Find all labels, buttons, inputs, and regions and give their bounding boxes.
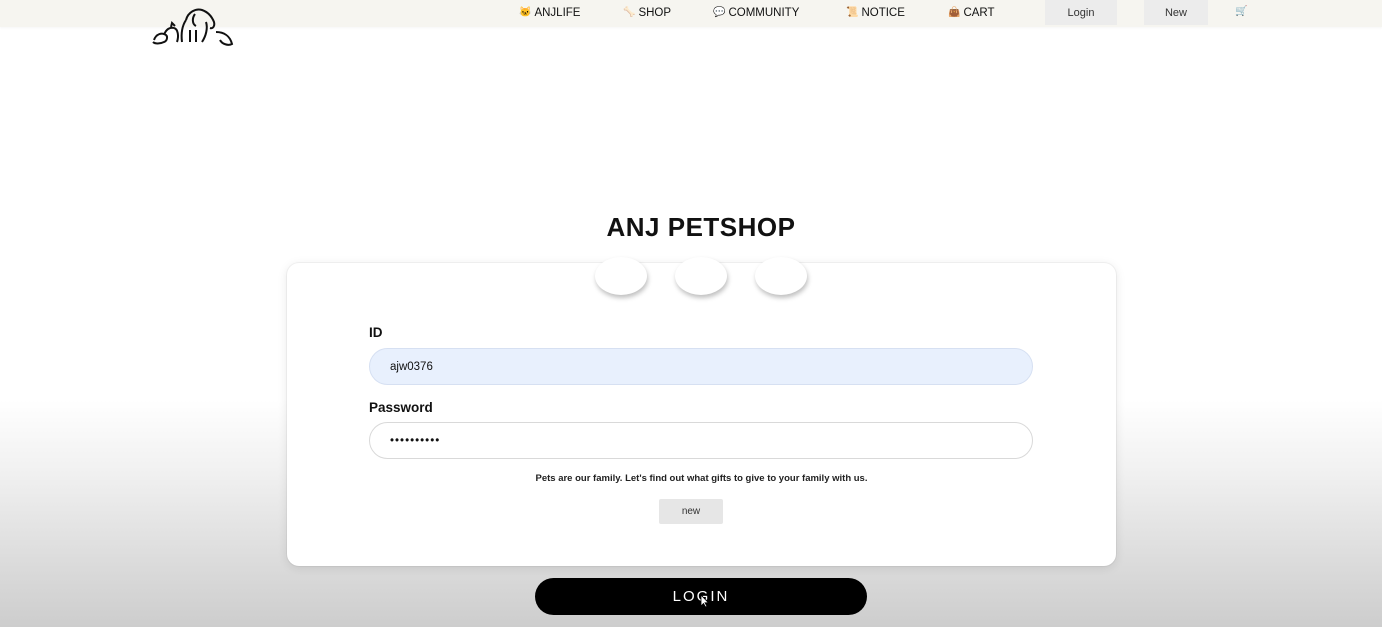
pet-logo-icon[interactable] xyxy=(150,4,242,50)
bag-icon: 👜 xyxy=(948,7,961,18)
id-input[interactable] xyxy=(369,348,1033,385)
social-login-circle-3[interactable] xyxy=(755,257,807,295)
nav-item-notice[interactable]: 📜 NOTICE xyxy=(846,6,905,20)
bone-icon: 🦴 xyxy=(623,7,636,18)
nav-label: CART xyxy=(963,7,995,19)
new-account-button[interactable]: new xyxy=(659,499,723,524)
scroll-icon: 📜 xyxy=(846,7,859,18)
social-login-circle-1[interactable] xyxy=(595,257,647,295)
nav-item-cart[interactable]: 👜 CART xyxy=(948,6,995,20)
social-login-circle-2[interactable] xyxy=(675,257,727,295)
nav-label: COMMUNITY xyxy=(728,7,800,19)
nav-label: NOTICE xyxy=(861,7,905,19)
nav-label: ANJLIFE xyxy=(534,7,581,19)
nav-item-anjlife[interactable]: 🐱 ANJLIFE xyxy=(519,6,580,20)
nav-login-button[interactable]: Login xyxy=(1045,0,1117,25)
password-input[interactable] xyxy=(369,422,1033,459)
tagline-text: Pets are our family. Let's find out what… xyxy=(535,473,868,484)
page-title: ANJ PETSHOP xyxy=(606,212,796,242)
mouse-pointer-icon xyxy=(700,594,710,608)
id-label: ID xyxy=(369,325,383,340)
nav-new-button[interactable]: New xyxy=(1144,0,1208,25)
nav-item-community[interactable]: 💬 COMMUNITY xyxy=(713,6,799,20)
password-label: Password xyxy=(369,400,433,415)
chat-bubble-icon: 💬 xyxy=(713,7,726,18)
nav-item-shop[interactable]: 🦴 SHOP xyxy=(623,6,671,20)
cart-icon[interactable]: 🛒 xyxy=(1235,6,1247,17)
nav-label: SHOP xyxy=(638,7,672,19)
cat-icon: 🐱 xyxy=(519,7,532,18)
